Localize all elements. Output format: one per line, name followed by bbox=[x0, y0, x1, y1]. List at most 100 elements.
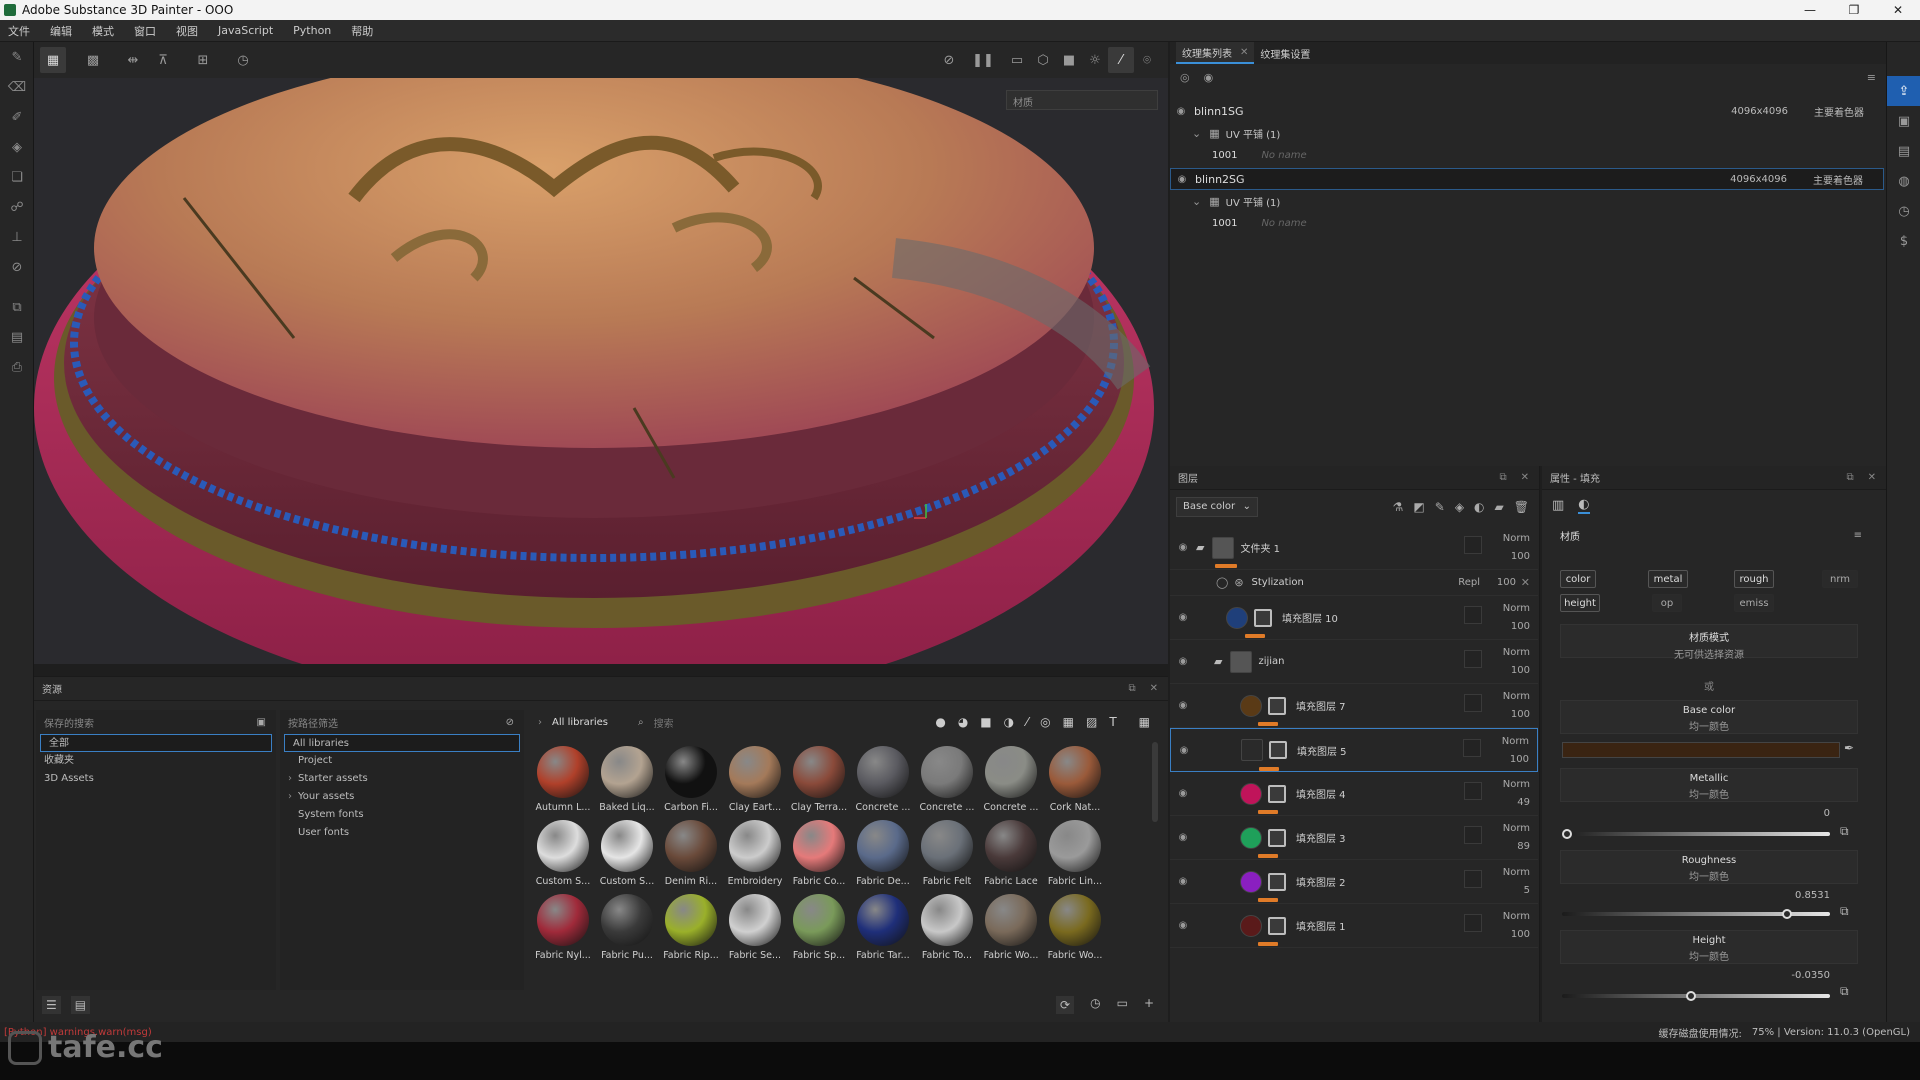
history-icon[interactable]: ◷ bbox=[230, 47, 256, 73]
eye-toggle-icon[interactable]: ◎ bbox=[1180, 71, 1190, 84]
layer-opacity[interactable]: 49 bbox=[1503, 794, 1530, 812]
material-thumbnail[interactable]: Fabric Felt bbox=[916, 816, 978, 892]
roughness-value[interactable]: 0.8531 bbox=[1770, 890, 1830, 901]
material-thumbnail[interactable]: Baked Liq... bbox=[596, 742, 658, 818]
eye-icon[interactable]: ◉ bbox=[1176, 612, 1190, 623]
uv-tile-row[interactable]: 1001 No name bbox=[1170, 212, 1884, 234]
tab-texture-set-list[interactable]: 纹理集列表 ✕ bbox=[1176, 42, 1255, 64]
material-sphere-icon[interactable]: ◐ bbox=[1578, 497, 1590, 514]
material-mode-block[interactable]: 材质模式 无可供选择资源 bbox=[1560, 624, 1858, 661]
eye-icon[interactable]: ◉ bbox=[1176, 656, 1190, 667]
layer-blend-mode[interactable]: Norm bbox=[1503, 820, 1530, 838]
mask-icon[interactable]: ◩ bbox=[1413, 500, 1424, 514]
shader-settings-icon[interactable]: ▤ bbox=[1887, 136, 1920, 166]
effect-blend-mode[interactable]: Repl bbox=[1458, 577, 1480, 588]
display-settings-icon[interactable]: ▣ bbox=[1887, 106, 1920, 136]
layer-row[interactable]: ◉ ▰ 文件夹 1 Norm 100 bbox=[1170, 526, 1538, 570]
roughness-slider[interactable] bbox=[1562, 909, 1830, 919]
folder-icon[interactable]: ▰ bbox=[1495, 500, 1504, 514]
height-value[interactable]: -0.0350 bbox=[1770, 970, 1830, 981]
channel-dropdown[interactable]: Base color ⌄ bbox=[1176, 497, 1258, 517]
layer-opacity[interactable]: 100 bbox=[1503, 662, 1530, 680]
channel-metal-button[interactable]: metal bbox=[1648, 570, 1688, 588]
material-thumbnail[interactable]: Fabric Lin... bbox=[1044, 816, 1106, 892]
layer-row[interactable]: ◉ 填充图层 2 Norm 5 bbox=[1170, 860, 1538, 904]
menu-icon[interactable]: ≡ bbox=[1854, 530, 1886, 541]
generator-filter-icon[interactable]: ◑ bbox=[1004, 715, 1014, 729]
tab-texture-set-settings[interactable]: 纹理集设置 bbox=[1254, 42, 1316, 64]
minimize-button[interactable]: — bbox=[1788, 3, 1832, 17]
selection-icon[interactable]: ⧉ bbox=[0, 292, 34, 322]
recent-icon[interactable]: ◷ bbox=[1090, 996, 1100, 1014]
channel-emiss-button[interactable]: emiss bbox=[1734, 594, 1774, 612]
lib-starter-assets[interactable]: › Starter assets bbox=[280, 770, 524, 788]
substance-icon[interactable]: $ bbox=[1887, 226, 1920, 256]
chevron-down-icon[interactable]: ⌄ bbox=[1192, 127, 1201, 140]
lib-system-fonts[interactable]: System fonts bbox=[280, 806, 524, 824]
window-icon[interactable]: ▭ bbox=[1117, 996, 1128, 1014]
channel-height-button[interactable]: height bbox=[1560, 594, 1600, 612]
export-icon[interactable]: ⎙ bbox=[0, 352, 34, 382]
uv-tile-row[interactable]: 1001 No name bbox=[1170, 144, 1884, 166]
layer-blend-mode[interactable]: Norm bbox=[1503, 864, 1530, 882]
material-thumbnail[interactable]: Custom S... bbox=[532, 816, 594, 892]
material-thumbnail[interactable]: Autumn L... bbox=[532, 742, 594, 818]
layer-blend-mode[interactable]: Norm bbox=[1502, 733, 1529, 751]
menu-file[interactable]: 文件 bbox=[8, 23, 30, 39]
height-slider[interactable] bbox=[1562, 991, 1830, 1001]
visibility-off-icon[interactable]: ⊘ bbox=[506, 717, 524, 728]
texture-slot-icon[interactable]: ⧉ bbox=[1840, 984, 1849, 999]
undock-icon[interactable]: ⧉ bbox=[1128, 683, 1135, 694]
layer-mask-icon[interactable] bbox=[1268, 828, 1286, 847]
texture-set-shader[interactable]: 主要着色器 bbox=[1813, 172, 1863, 187]
align-icon[interactable]: ⊼ bbox=[150, 47, 176, 73]
layer-mask-slot[interactable] bbox=[1464, 606, 1482, 624]
picker-icon[interactable]: ⊘ bbox=[0, 252, 34, 282]
material-thumbnail[interactable]: Fabric Sp... bbox=[788, 890, 850, 966]
eye-icon[interactable]: ◉ bbox=[1175, 174, 1189, 185]
eye-icon[interactable]: ◉ bbox=[1176, 700, 1190, 711]
material-dropdown[interactable]: 材质 bbox=[1006, 90, 1158, 110]
stamp-icon[interactable]: ⊥ bbox=[0, 222, 34, 252]
undock-icon[interactable]: ⧉ bbox=[1499, 472, 1506, 483]
layer-row[interactable]: ◉ 填充图层 7 Norm 100 bbox=[1170, 684, 1538, 728]
layer-row[interactable]: ◉ 填充图层 3 Norm 89 bbox=[1170, 816, 1538, 860]
layer-blend-mode[interactable]: Norm bbox=[1503, 644, 1530, 662]
light-icon[interactable]: ☼ bbox=[1082, 47, 1108, 73]
eye-outline-icon[interactable]: ◯ bbox=[1216, 576, 1228, 589]
channel-nrm-button[interactable]: nrm bbox=[1822, 570, 1858, 588]
visibility-off-icon[interactable]: ⊘ bbox=[936, 47, 962, 73]
material-filter-icon[interactable]: ● bbox=[935, 715, 945, 729]
frame-icon[interactable]: ⊞ bbox=[190, 47, 216, 73]
nav-3d-assets[interactable]: 3D Assets bbox=[36, 770, 276, 788]
layer-mask-icon[interactable] bbox=[1254, 608, 1272, 627]
split-view-icon[interactable]: ▩ bbox=[80, 47, 106, 73]
material-thumbnail[interactable]: Fabric Co... bbox=[788, 816, 850, 892]
eye-icon[interactable]: ◉ bbox=[1176, 542, 1190, 553]
camera-icon[interactable]: ■ bbox=[1056, 47, 1082, 73]
material-thumbnail[interactable]: Cork Nat... bbox=[1044, 742, 1106, 818]
layer-mask-icon[interactable] bbox=[1269, 741, 1287, 759]
particle-filter-icon[interactable]: ◎ bbox=[1040, 715, 1050, 729]
layer-mask-slot[interactable] bbox=[1464, 536, 1482, 554]
3d-view-icon[interactable]: ⬡ bbox=[1030, 47, 1056, 73]
height-block[interactable]: Height 均一颜色 bbox=[1560, 930, 1858, 964]
effect-icon[interactable]: ⚗ bbox=[1393, 500, 1404, 514]
layer-opacity[interactable]: 100 bbox=[1503, 706, 1530, 724]
channel-op-button[interactable]: op bbox=[1652, 594, 1682, 612]
effect-opacity[interactable]: 100 bbox=[1497, 577, 1516, 588]
font-filter-icon[interactable]: T bbox=[1109, 715, 1116, 729]
history-icon[interactable]: ◷ bbox=[1887, 196, 1920, 226]
smart-material-icon[interactable]: ◐ bbox=[1474, 500, 1484, 514]
eyedropper-icon[interactable]: ✒ bbox=[1844, 741, 1854, 755]
material-thumbnail[interactable]: Concrete ... bbox=[980, 742, 1042, 818]
layer-mask-slot[interactable] bbox=[1464, 870, 1482, 888]
layer-mask-slot[interactable] bbox=[1463, 739, 1481, 757]
menu-view[interactable]: 视图 bbox=[176, 23, 198, 39]
material-thumbnail[interactable]: Fabric De... bbox=[852, 816, 914, 892]
material-thumbnail[interactable]: Concrete ... bbox=[916, 742, 978, 818]
viewer-settings-icon[interactable]: ◍ bbox=[1887, 166, 1920, 196]
layer-row[interactable]: ◉ 填充图层 4 Norm 49 bbox=[1170, 772, 1538, 816]
screenshot-icon[interactable]: ⌾ bbox=[1134, 47, 1160, 73]
assets-scrollbar[interactable] bbox=[1152, 742, 1158, 822]
